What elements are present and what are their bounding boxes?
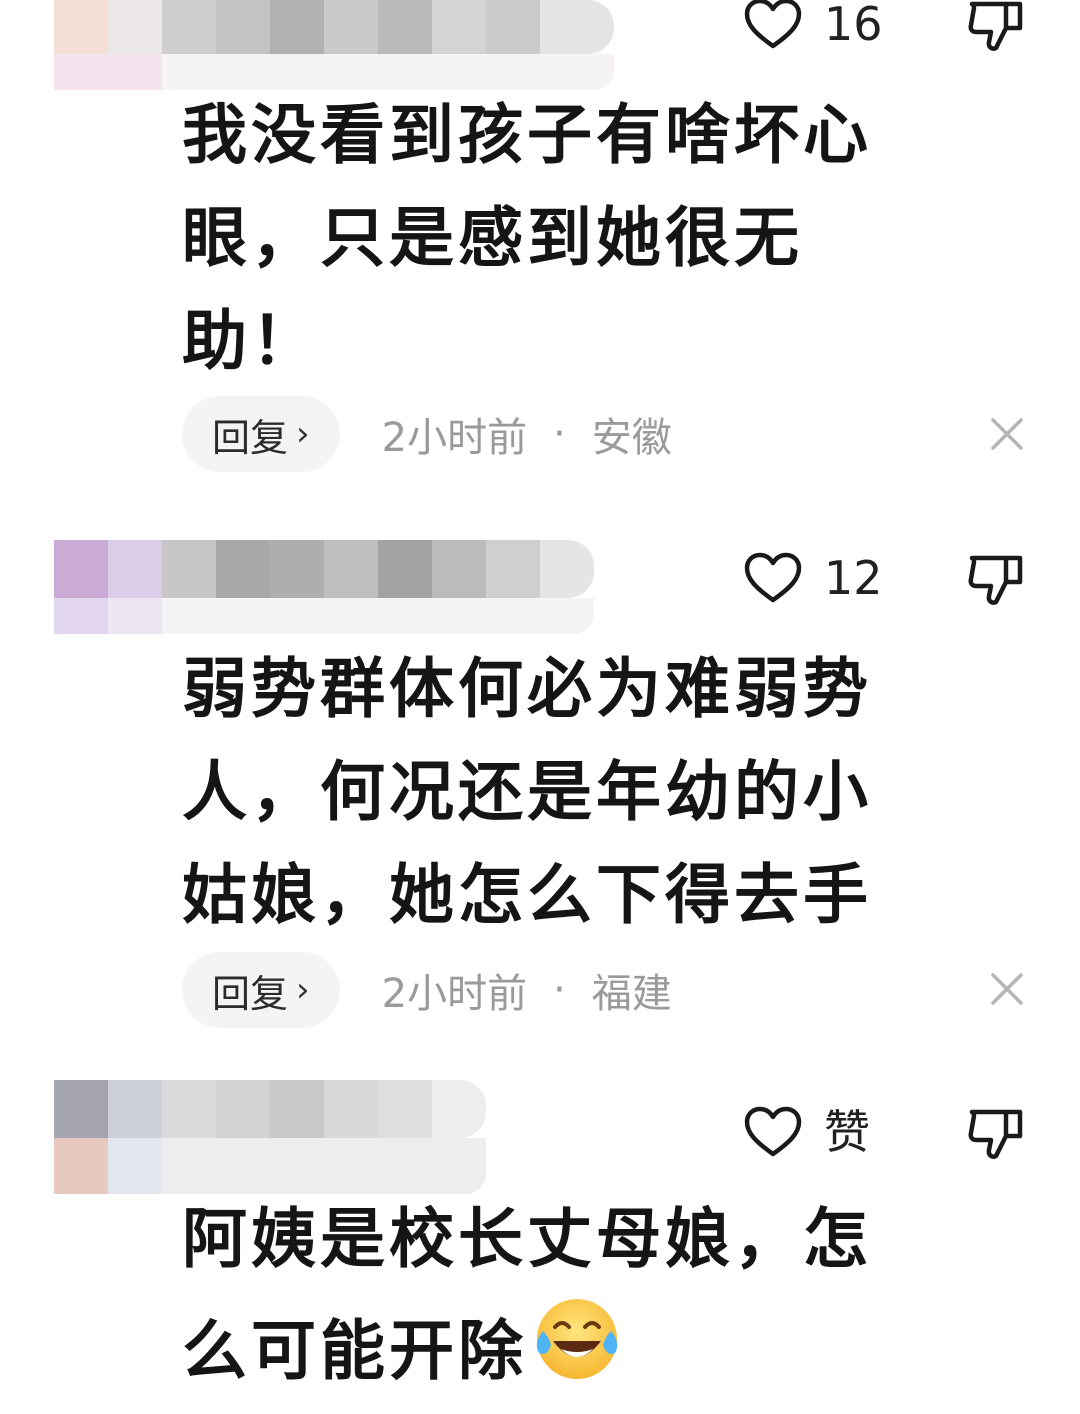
comment-region: 安徽 [591,415,672,461]
reply-button[interactable]: 回复 › [182,396,340,472]
comment-text-line: 我没看到孩子有啥坏心 [182,98,873,173]
comment-meta: 回复 › 2小时前 · 安徽 [182,396,672,472]
comment-text-line-with-emoji: 么可能开除 [182,1291,982,1403]
like-button[interactable]: 16 [744,0,884,54]
like-count: 16 [824,0,883,51]
reply-label: 回复 [212,415,289,460]
comment-text-line: 姑娘，她怎么下得去手 [182,858,873,933]
close-icon[interactable] [990,972,1024,1006]
comment-text-line: 阿姨是校长丈母娘，怎 [182,1202,873,1277]
like-count: 12 [824,551,883,605]
comment-time: 2小时前 [381,971,528,1017]
thumbs-down-outline-icon[interactable] [966,550,1026,608]
like-button[interactable]: 12 [744,548,884,608]
author-name-blurred [54,1080,486,1138]
tears-of-joy-emoji-icon [536,1299,618,1379]
meta-separator: · [553,411,566,457]
heart-outline-icon [744,1106,802,1157]
reply-button[interactable]: 回复 › [182,952,340,1028]
author-avatar-blurred [54,1138,486,1194]
thumbs-down-outline-icon[interactable] [966,1104,1026,1162]
comment-time: 2小时前 [381,415,528,461]
thumbs-down-outline-icon[interactable] [966,0,1026,54]
comment-meta: 回复 › 2小时前 · 福建 [182,952,672,1028]
meta-separator: · [553,967,566,1013]
comment-text-line: 人，何况还是年幼的小 [182,755,873,830]
comment-text-line: 眼，只是感到她很无 [182,201,804,276]
like-label: 赞 [824,1105,870,1159]
comment-text-line: 么可能开除 [182,1314,528,1389]
heart-outline-icon [744,552,802,603]
comment-text-line: 弱势群体何必为难弱势 [182,652,873,727]
heart-outline-icon [744,0,802,49]
reply-label: 回复 [212,971,289,1016]
comment-text: 弱势群体何必为难弱势 人，何况还是年幼的小 姑娘，她怎么下得去手 [182,638,982,947]
comment-text-line: 助！ [182,304,321,379]
chevron-right-icon: › [296,414,310,454]
comment-text: 我没看到孩子有啥坏心 眼，只是感到她很无 助！ [182,84,982,393]
comment-region: 福建 [591,971,672,1017]
chevron-right-icon: › [296,970,310,1010]
author-name-blurred [54,540,594,598]
author-name-blurred [54,0,614,54]
author-avatar-blurred [54,598,594,634]
comment-text: 阿姨是校长丈母娘，怎 么可能开除 [182,1188,982,1403]
close-icon[interactable] [990,417,1024,451]
like-button[interactable]: 赞 [744,1102,884,1162]
